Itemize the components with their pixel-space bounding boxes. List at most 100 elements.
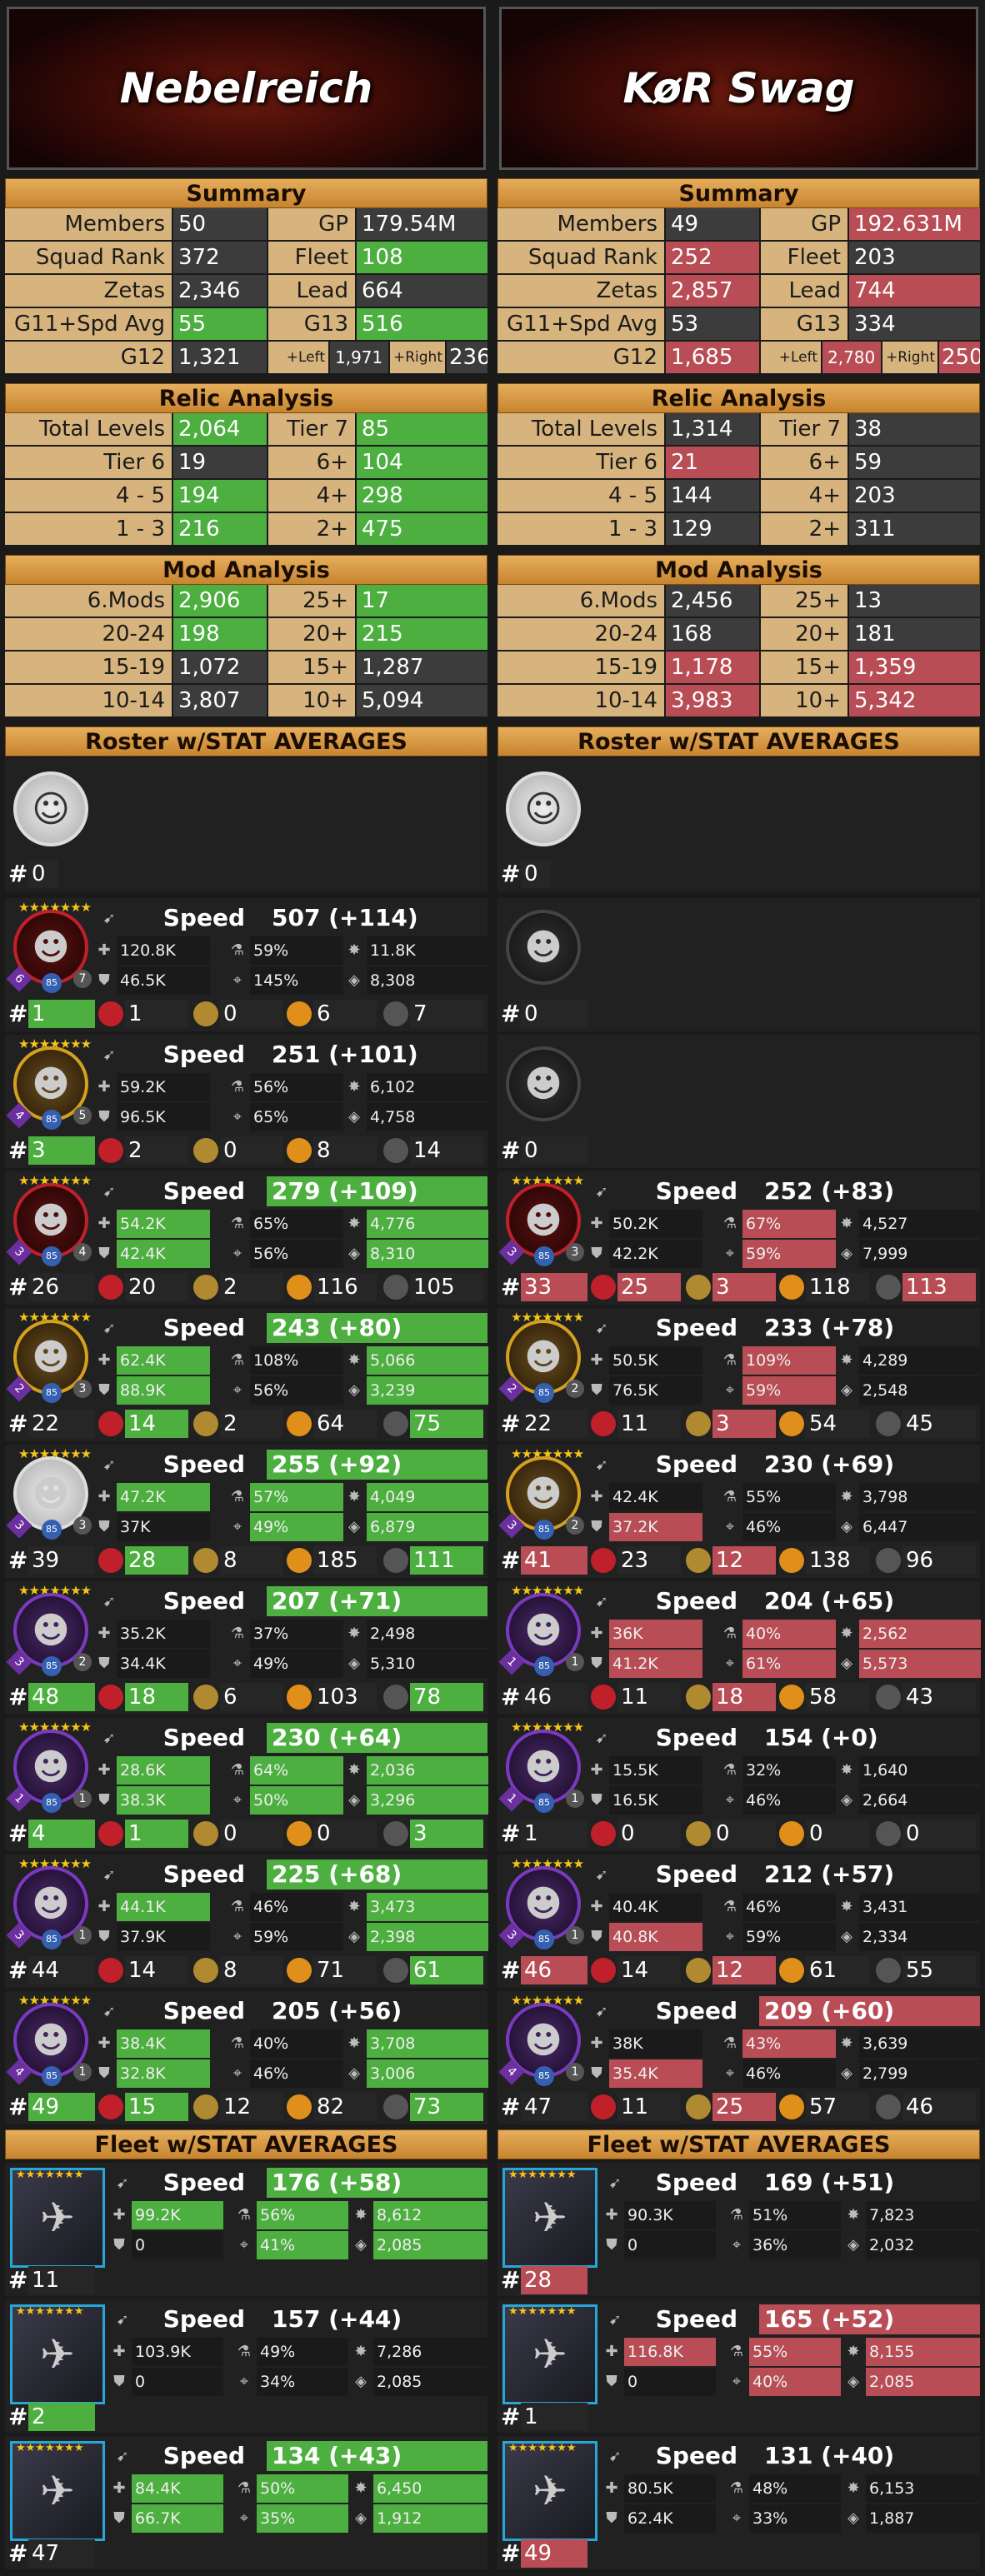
stat-label: Tier 7 [761,413,848,445]
star-rating: ★★★★★★★ [16,2305,84,2318]
speed-label: Speed [162,2169,245,2196]
tenacity-icon: ◈ [848,2236,859,2254]
speed-icon: ➹ [102,910,116,927]
speed-icon: ➹ [595,1456,608,1474]
relic-count-icon [591,1411,616,1436]
count-hash: # [8,1000,28,1027]
stat-value: 46% [250,2059,343,2088]
count-value: 11 [28,2266,95,2294]
character-card[interactable]: ★★★★★★★ ☻ 85 4 1 ➹ Speed 209 (+60) ✚ 38K ⚗ 43% ✸ 3,63… [498,1991,981,2124]
mod-count: 138 [806,1546,869,1575]
speed-value: 205 (+56) [267,1996,488,2026]
character-card[interactable]: ☺ #0 [5,758,488,891]
stat-value: 2,032 [866,2231,980,2259]
stat-label: Lead [761,275,848,307]
character-card[interactable]: ☻ #0 [498,898,980,1031]
character-card[interactable]: ★★★★★★★ ☻ 85 3 2 ➹ Speed 230 (+69) ✚ 42.4K ⚗ 55% ✸ 3,… [498,1445,981,1578]
speed-icon: ➹ [595,2003,608,2020]
speed-value: 204 (+65) [759,1586,980,1616]
ship-card[interactable]: ★★★★★★★ ✈ ➹ Speed 176 (+58) ✚ 99.2K ⚗ 56% ✸ 8,612 ⛊… [5,2163,488,2296]
stat-value: 2,346 [173,275,267,307]
speed-icon: ➹ [102,1866,116,1884]
gear-count: 0 [220,1820,283,1848]
character-card[interactable]: ☻ #0 [498,1035,980,1168]
stat-label: 20-24 [498,618,664,650]
potency-icon: ⚗ [230,2034,245,2052]
potency-icon: ⚗ [230,1351,245,1369]
damage-icon: ✸ [348,1215,361,1232]
health-icon: ✚ [98,941,111,959]
count-hash: # [501,2093,521,2120]
stat-value: 16.5K [609,1786,702,1815]
count-row: #39 28 8 185 111 [5,1546,488,1575]
character-card[interactable]: ★★★★★★★ ☻ 85 3 1 ➹ Speed 212 (+57) ✚ 40.4K ⚗ 46% ✸ 3,… [498,1855,981,1988]
potency-icon: ⚗ [729,2479,744,2497]
character-card[interactable]: ★★★★★★★ ☻ 85 3 3 ➹ Speed 255 (+92) ✚ 47.2K ⚗ 57% ✸ 4,… [5,1445,488,1578]
omicron-badge: 1 [73,1790,92,1808]
tenacity-icon: ◈ [841,1928,852,1945]
stat-value: 50.5K [609,1346,702,1375]
stat-value: 76.5K [609,1376,702,1405]
speed-value: 154 (+0) [759,1723,980,1753]
character-card[interactable]: ★★★★★★★ ☻ 85 3 3 ➹ Speed 252 (+83) ✚ 50.2K ⚗ 67% ✸ 4,… [498,1171,981,1305]
character-card[interactable]: ★★★★★★★ ☻ 85 1 1 ➹ Speed 230 (+64) ✚ 28.6K ⚗ 64% ✸ 2,… [5,1718,488,1851]
count-value: 41 [521,1546,588,1575]
stat-label: Squad Rank [498,242,664,273]
character-card[interactable]: ★★★★★★★ ☻ 85 1 1 ➹ Speed 204 (+65) ✚ 36K ⚗ 40% ✸ 2,56… [498,1581,981,1715]
stat-value: 145% [250,966,343,995]
stat-value: 55 [173,308,267,340]
relic-count: 11 [618,1683,681,1711]
character-card[interactable]: ★★★★★★★ ☻ 85 3 2 ➹ Speed 207 (+71) ✚ 35.2K ⚗ 37% ✸ 2,… [5,1581,488,1715]
ship-card[interactable]: ★★★★★★★ ✈ ➹ Speed 157 (+44) ✚ 103.9K ⚗ 49% ✸ 7,286… [5,2299,488,2433]
stat-value: 59% [250,1923,343,1951]
section-header: Relic Analysis [5,383,488,413]
ship-card[interactable]: ★★★★★★★ ✈ ➹ Speed 131 (+40) ✚ 80.5K ⚗ 48% ✸ 6,153 ⛊… [498,2436,980,2569]
count-hash: # [8,1136,28,1164]
count-value: 1 [521,1820,588,1848]
character-portrait: ★★★★★★★ ☻ 85 3 2 [498,1446,584,1540]
relic-count: 11 [618,2093,681,2121]
stat-value: 59 [849,447,980,478]
crit-icon: ⌖ [232,1655,242,1672]
count-hash: # [8,1820,28,1847]
count-value: 46 [521,1683,588,1711]
count-value: 28 [521,2266,588,2294]
relic-count-icon [98,1548,123,1573]
character-card[interactable]: ★★★★★★★ ☻ 85 6 7 ➹ Speed 507 (+114) ✚ 120.8K ⚗ 59% ✸… [5,898,488,1031]
count-row: #22 11 3 54 45 [498,1410,980,1438]
stat-value: 3,473 [367,1893,488,1921]
gear-count: 2 [220,1410,283,1438]
stat-value: 8,310 [367,1240,488,1268]
tenacity-icon: ◈ [841,1518,852,1535]
character-card[interactable]: ★★★★★★★ ☻ 85 2 3 ➹ Speed 243 (+80) ✚ 62.4K ⚗ 108% ✸ 5… [5,1308,488,1441]
tenacity-icon: ◈ [848,2509,859,2527]
omicron-badge: 7 [73,970,92,988]
count-value: 46 [521,1956,588,1984]
ship-card[interactable]: ★★★★★★★ ✈ ➹ Speed 165 (+52) ✚ 116.8K ⚗ 55% ✸ 8,155… [498,2299,980,2433]
relic-count: 1 [125,1820,188,1848]
stat-label: 2+ [268,513,355,545]
ship-card[interactable]: ★★★★★★★ ✈ ➹ Speed 134 (+43) ✚ 84.4K ⚗ 50% ✸ 6,450 ⛊… [5,2436,488,2569]
character-card[interactable]: ★★★★★★★ ☻ 85 4 1 ➹ Speed 205 (+56) ✚ 38.4K ⚗ 40% ✸ 3,… [5,1991,488,2124]
stat-value: 1,178 [666,651,759,683]
level-badge: 85 [42,2066,62,2086]
character-card[interactable]: ☺ #0 [498,758,980,891]
character-card[interactable]: ★★★★★★★ ☻ 85 4 5 ➹ Speed 251 (+101) ✚ 59.2K ⚗ 56% ✸ 6… [5,1035,488,1168]
stats-row: Squad Rank 252 Fleet 203 [498,242,980,275]
mod-count: 61 [806,1956,869,1984]
stat-value: 49% [250,1650,343,1678]
mod-count: 57 [806,2093,869,2121]
speed-value: 207 (+71) [267,1586,488,1616]
stat-value: 168 [666,618,759,650]
character-card[interactable]: ★★★★★★★ ☻ 85 3 4 ➹ Speed 279 (+109) ✚ 54.2K ⚗ 65% ✸ 4… [5,1171,488,1305]
stat-value: 5,094 [357,685,488,716]
relic-count: 28 [125,1546,188,1575]
character-card[interactable]: ★★★★★★★ ☻ 85 3 1 ➹ Speed 225 (+68) ✚ 44.1K ⚗ 46% ✸ 3,… [5,1855,488,1988]
protection-icon: ⛊ [98,1518,110,1535]
zeta-count-icon [876,2094,901,2119]
count-value: 1 [521,2403,588,2431]
character-card[interactable]: ★★★★★★★ ☻ 85 1 1 ➹ Speed 154 (+0) ✚ 15.5K ⚗ 32% ✸ 1,6… [498,1718,981,1851]
character-card[interactable]: ★★★★★★★ ☻ 85 2 2 ➹ Speed 233 (+78) ✚ 50.5K ⚗ 109% ✸ 4… [498,1308,981,1441]
ship-card[interactable]: ★★★★★★★ ✈ ➹ Speed 169 (+51) ✚ 90.3K ⚗ 51% ✸ 7,823 ⛊… [498,2163,980,2296]
stat-value: 99.2K [132,2201,223,2229]
